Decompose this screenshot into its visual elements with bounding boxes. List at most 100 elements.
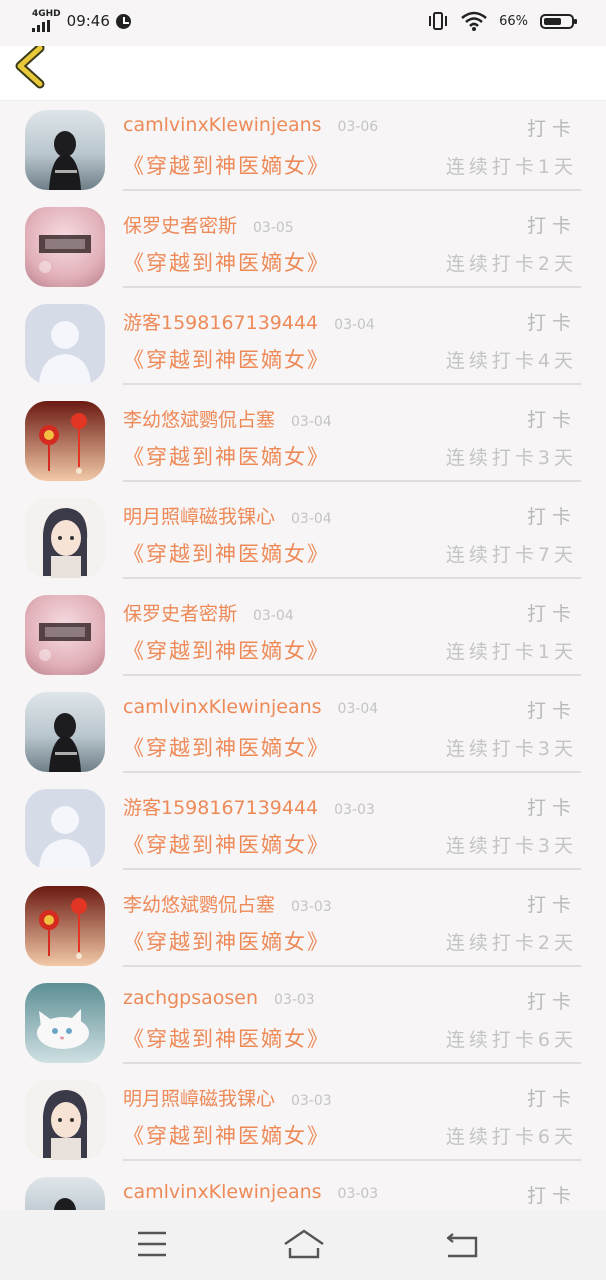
checkin-action-label: 打卡 xyxy=(526,409,577,431)
checkin-row[interactable]: camlvinxKlewinjeans 03-03 打卡 xyxy=(0,1167,606,1210)
battery-percent: 66% xyxy=(499,13,528,29)
user-avatar[interactable] xyxy=(25,983,105,1063)
clock: 09:46 xyxy=(66,12,110,30)
user-avatar[interactable] xyxy=(25,595,105,675)
streak-label: 连续打卡1天 xyxy=(445,156,577,178)
checkin-action-label: 打卡 xyxy=(526,118,577,140)
username[interactable]: camlvinxKlewinjeans 03-06 xyxy=(123,114,378,136)
top-nav-bar xyxy=(0,43,606,101)
user-avatar[interactable] xyxy=(25,1080,105,1160)
alarm-clock-icon xyxy=(115,13,131,29)
network-type: 4GHD xyxy=(32,9,61,19)
return-button[interactable] xyxy=(437,1224,487,1264)
checkin-action-label: 打卡 xyxy=(526,797,577,819)
wifi-icon xyxy=(461,11,487,31)
username[interactable]: 李幼悠斌鹦侃占塞 03-03 xyxy=(123,890,332,917)
streak-label: 连续打卡3天 xyxy=(445,835,577,857)
book-title[interactable]: 《穿越到神医嫡女》 xyxy=(123,247,330,277)
username[interactable]: 游客1598167139444 03-03 xyxy=(123,793,375,820)
checkin-row[interactable]: 游客1598167139444 03-03 打卡《穿越到神医嫡女》 连续打卡3天 xyxy=(0,779,606,876)
status-bar: 4GHD 09:46 66% xyxy=(0,0,606,46)
checkin-date: 03-04 xyxy=(291,414,332,430)
home-button[interactable] xyxy=(279,1224,329,1264)
checkin-content: 游客1598167139444 03-04 打卡 《穿越到神医嫡女》 连续打卡4天 xyxy=(123,294,581,385)
checkin-row[interactable]: 李幼悠斌鹦侃占塞 03-04 打卡《穿越到神医嫡女》 连续打卡3天 xyxy=(0,391,606,488)
username[interactable]: 明月照嶂磁我锞心 03-04 xyxy=(123,502,332,529)
username[interactable]: 游客1598167139444 03-04 xyxy=(123,308,375,335)
checkin-content: 明月照嶂磁我锞心 03-03 打卡《穿越到神医嫡女》 连续打卡6天 xyxy=(123,1070,581,1161)
back-button[interactable] xyxy=(14,43,58,96)
user-avatar[interactable] xyxy=(25,304,105,384)
checkin-content: zachgpsaosen 03-03 打卡 《穿越到神医嫡女》 连续打卡6天 xyxy=(123,973,581,1064)
streak-label: 连续打卡3天 xyxy=(445,447,577,469)
menu-icon xyxy=(138,1231,166,1257)
book-title[interactable]: 《穿越到神医嫡女》 xyxy=(123,1023,330,1053)
book-title[interactable]: 《穿越到神医嫡女》 xyxy=(123,635,330,665)
streak-label: 连续打卡1天 xyxy=(445,641,577,663)
username[interactable]: zachgpsaosen 03-03 xyxy=(123,987,315,1009)
streak-label: 连续打卡6天 xyxy=(445,1126,577,1148)
username[interactable]: 保罗史者密斯 03-04 xyxy=(123,599,294,626)
checkin-list[interactable]: camlvinxKlewinjeans 03-06 打卡 《穿越到神医嫡女》 连续打卡1… xyxy=(0,100,606,1210)
user-avatar[interactable] xyxy=(25,692,105,772)
checkin-date: 03-04 xyxy=(334,317,375,333)
checkin-content: camlvinxKlewinjeans 03-04 打卡 《穿越到神医嫡女》 连续打卡3… xyxy=(123,682,581,773)
checkin-row[interactable]: 明月照嶂磁我锞心 03-04 打卡 《穿越到神医嫡女》 连续打卡7天 xyxy=(0,488,606,585)
checkin-content: 明月照嶂磁我锞心 03-04 打卡 《穿越到神医嫡女》 连续打卡7天 xyxy=(123,488,581,579)
book-title[interactable]: 《穿越到神医嫡女》 xyxy=(123,150,330,180)
streak-label: 连续打卡2天 xyxy=(445,253,577,275)
username[interactable]: camlvinxKlewinjeans 03-04 xyxy=(123,696,378,718)
username[interactable]: 保罗史者密斯 03-05 xyxy=(123,211,294,238)
battery-icon xyxy=(540,13,577,29)
streak-label: 连续打卡6天 xyxy=(445,1029,577,1051)
checkin-row[interactable]: 游客1598167139444 03-04 打卡 《穿越到神医嫡女》 连续打卡4天 xyxy=(0,294,606,391)
checkin-date: 03-05 xyxy=(253,220,294,236)
checkin-content: 保罗史者密斯 03-05 打卡《穿越到神医嫡女》 连续打卡2天 xyxy=(123,197,581,288)
checkin-date: 03-04 xyxy=(337,701,379,717)
checkin-date: 03-03 xyxy=(291,899,332,915)
checkin-row[interactable]: camlvinxKlewinjeans 03-04 打卡 《穿越到神医嫡女》 连续打卡3… xyxy=(0,682,606,779)
book-title[interactable]: 《穿越到神医嫡女》 xyxy=(123,829,330,859)
checkin-row[interactable]: camlvinxKlewinjeans 03-06 打卡《穿越到神医嫡女》 连续打卡1… xyxy=(0,100,606,197)
checkin-row[interactable]: 保罗史者密斯 03-05 打卡《穿越到神医嫡女》 连续打卡2天 xyxy=(0,197,606,294)
user-avatar[interactable] xyxy=(25,498,105,578)
checkin-action-label: 打卡 xyxy=(526,700,577,722)
checkin-row[interactable]: 保罗史者密斯 03-04 打卡 《穿越到神医嫡女》 连续打卡1天 xyxy=(0,585,606,682)
user-avatar[interactable] xyxy=(25,110,105,190)
checkin-action-label: 打卡 xyxy=(526,506,577,528)
checkin-row[interactable]: 李幼悠斌鹦侃占塞 03-03 打卡 《穿越到神医嫡女》 连续打卡2天 xyxy=(0,876,606,973)
checkin-date: 03-03 xyxy=(334,802,375,818)
checkin-content: 保罗史者密斯 03-04 打卡 《穿越到神医嫡女》 连续打卡1天 xyxy=(123,585,581,676)
user-avatar[interactable] xyxy=(25,1177,105,1210)
username[interactable]: camlvinxKlewinjeans 03-03 xyxy=(123,1181,378,1203)
user-avatar[interactable] xyxy=(25,789,105,869)
book-title[interactable]: 《穿越到神医嫡女》 xyxy=(123,926,330,956)
signal-icon: 4GHD xyxy=(32,10,61,32)
status-left: 4GHD 09:46 xyxy=(32,10,131,32)
vibrate-icon xyxy=(429,12,448,30)
checkin-date: 03-03 xyxy=(274,992,315,1008)
user-avatar[interactable] xyxy=(25,401,105,481)
streak-label: 连续打卡2天 xyxy=(445,932,577,954)
menu-button[interactable] xyxy=(127,1224,177,1264)
checkin-action-label: 打卡 xyxy=(526,215,577,237)
status-right: 66% xyxy=(427,11,577,31)
book-title[interactable]: 《穿越到神医嫡女》 xyxy=(123,1120,330,1150)
user-avatar[interactable] xyxy=(25,207,105,287)
book-title[interactable]: 《穿越到神医嫡女》 xyxy=(123,538,330,568)
book-title[interactable]: 《穿越到神医嫡女》 xyxy=(123,732,330,762)
checkin-date: 03-03 xyxy=(337,1186,379,1202)
checkin-action-label: 打卡 xyxy=(526,1088,577,1110)
checkin-row[interactable]: zachgpsaosen 03-03 打卡 《穿越到神医嫡女》 连续打卡6天 xyxy=(0,973,606,1070)
checkin-date: 03-03 xyxy=(291,1093,332,1109)
checkin-row[interactable]: 明月照嶂磁我锞心 03-03 打卡《穿越到神医嫡女》 连续打卡6天 xyxy=(0,1070,606,1167)
user-avatar[interactable] xyxy=(25,886,105,966)
book-title[interactable]: 《穿越到神医嫡女》 xyxy=(123,441,330,471)
checkin-action-label: 打卡 xyxy=(526,312,577,334)
checkin-date: 03-06 xyxy=(337,119,379,135)
home-icon xyxy=(284,1229,324,1259)
username[interactable]: 明月照嶂磁我锞心 03-03 xyxy=(123,1084,332,1111)
checkin-content: camlvinxKlewinjeans 03-06 打卡《穿越到神医嫡女》 连续打卡1… xyxy=(123,100,581,191)
username[interactable]: 李幼悠斌鹦侃占塞 03-04 xyxy=(123,405,332,432)
book-title[interactable]: 《穿越到神医嫡女》 xyxy=(123,344,330,374)
